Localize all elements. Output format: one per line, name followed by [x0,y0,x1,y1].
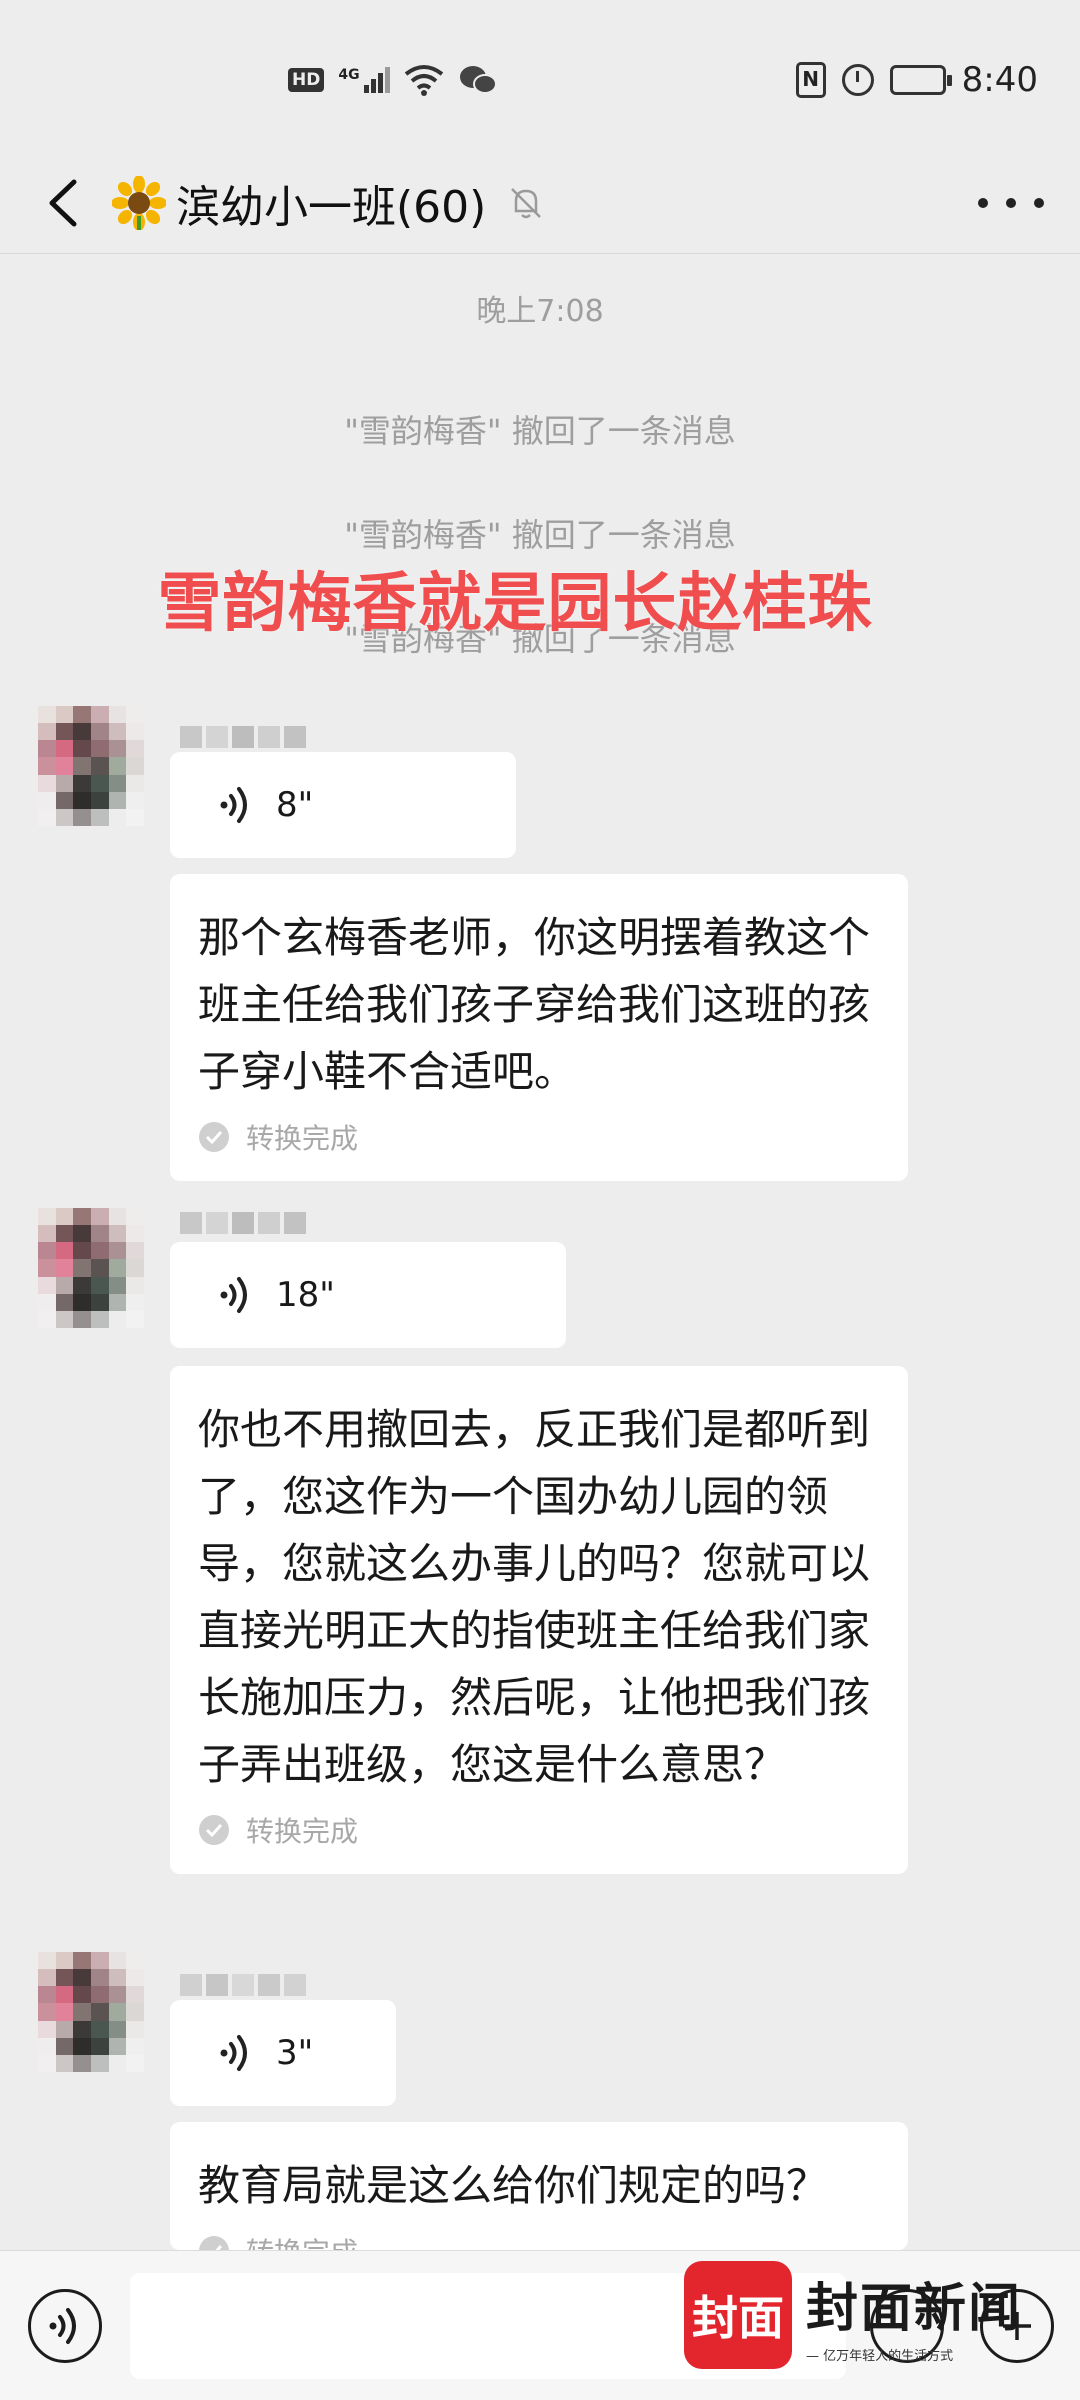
chat-header: 滨幼小一班(60) [0,150,1080,254]
wifi-icon [404,65,443,96]
transcript-status: 转换完成 [198,1117,878,1157]
sender-name-blurred [180,1212,306,1234]
voice-wave-icon [220,1277,247,1313]
transcript-status-label: 转换完成 [246,1122,359,1155]
transcript-status: 转换完成 [198,1810,878,1850]
status-left-icons: HD 4G [288,56,498,104]
voice-duration: 8" [276,785,314,825]
recall-notice: "雪韵梅香" 撤回了一条消息 [344,516,736,554]
wechat-notification-icon [459,66,497,94]
cover-news-watermark: 封面 封面新闻 — 亿万年轻人的生活方式 [684,2256,1068,2374]
voice-duration: 3" [276,2033,314,2073]
transcript-status: 转换完成 [198,2231,878,2250]
chat-title-group[interactable]: 滨幼小一班(60) [112,168,546,238]
battery-icon [889,65,952,95]
voice-message[interactable]: 18" [170,1242,566,1348]
check-circle-icon [199,1122,229,1152]
transcript-status-label: 转换完成 [246,2231,358,2250]
transcript-status-label: 转换完成 [246,1815,359,1848]
more-dot-icon [978,198,988,208]
sender-name-blurred [180,1974,306,1996]
transcript-bubble[interactable]: 那个玄梅香老师，你这明摆着教这个班主任给我们孩子穿给我们这班的孩子穿小鞋不合适吧… [170,874,908,1181]
more-dot-icon [1034,198,1044,208]
avatar[interactable] [38,1952,144,2072]
signal-icon: 4G [338,67,390,93]
alarm-icon [841,64,874,96]
status-time: 8:40 [961,60,1038,100]
status-bar: HD 4G N 8:40 [0,0,1080,150]
transcript-bubble[interactable]: 你也不用撤回去，反正我们是都听到了，您这作为一个国办幼儿园的领导，您就这么办事儿… [170,1366,908,1874]
voice-wave-icon [220,2035,247,2071]
brand-name: 封面新闻 [806,2278,1023,2339]
transcript-text: 那个玄梅香老师，你这明摆着教这个班主任给我们孩子穿给我们这班的孩子穿小鞋不合适吧… [198,913,871,1096]
voice-wave-icon [49,2308,76,2344]
nfc-icon: N [795,62,826,98]
voice-wave-icon [220,787,247,823]
transcript-bubble[interactable]: 教育局就是这么给你们规定的吗？ 转换完成 [170,2122,908,2250]
sender-name-blurred [180,726,306,748]
overlay-caption: 雪韵梅香就是园长赵桂珠 [157,567,873,641]
chat-title: 滨幼小一班(60) [176,182,487,233]
voice-input-toggle[interactable] [28,2289,102,2363]
voice-message[interactable]: 8" [170,752,516,858]
bell-off-icon [511,188,542,219]
check-circle-icon [199,1815,229,1845]
transcript-text: 教育局就是这么给你们规定的吗？ [198,2161,829,2210]
check-circle-icon [199,2236,229,2250]
transcript-text: 你也不用撤回去，反正我们是都听到了，您这作为一个国办幼儿园的领导，您就这么办事儿… [198,1405,871,1789]
cover-news-logo: 封面 [684,2261,792,2369]
cover-news-brand: 封面新闻 — 亿万年轻人的生活方式 [806,2266,1022,2364]
avatar[interactable] [38,706,144,826]
hd-badge: HD [288,68,325,92]
back-arrow-icon[interactable] [30,168,100,238]
sunflower-icon [112,176,166,230]
status-right-icons: N 8:40 [795,52,1038,108]
voice-duration: 18" [276,1275,335,1315]
brand-slogan: — 亿万年轻人的生活方式 [806,2349,954,2364]
avatar[interactable] [38,1208,144,1328]
voice-message[interactable]: 3" [170,2000,396,2106]
recall-notice: "雪韵梅香" 撤回了一条消息 [344,412,736,450]
more-options-button[interactable] [978,178,1044,228]
chat-timestamp: 晚上7:08 [476,294,604,329]
more-dot-icon [1006,198,1016,208]
